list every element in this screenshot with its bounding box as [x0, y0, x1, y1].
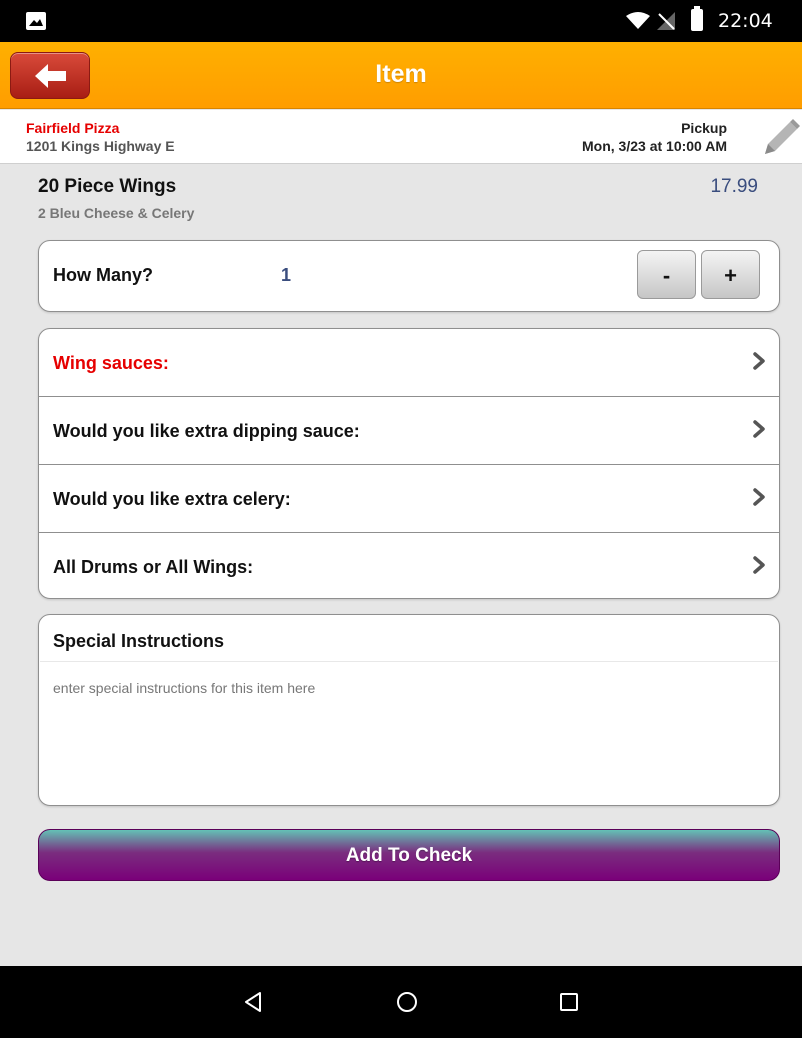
- option-row-extra-celery[interactable]: Would you like extra celery:: [39, 465, 779, 533]
- chevron-right-icon: [753, 420, 765, 438]
- edit-pencil-icon[interactable]: [762, 117, 800, 157]
- special-instructions-input[interactable]: [40, 661, 778, 797]
- special-instructions-card: Special Instructions: [38, 614, 780, 806]
- image-notification-icon: [26, 12, 46, 30]
- special-instructions-title: Special Instructions: [53, 631, 225, 651]
- nav-back-icon[interactable]: [243, 991, 263, 1013]
- nav-home-icon[interactable]: [396, 991, 418, 1013]
- store-name: Fairfield Pizza: [26, 120, 120, 136]
- battery-icon: [691, 6, 703, 31]
- item-price: 17.99: [710, 176, 758, 197]
- chevron-right-icon: [753, 352, 765, 370]
- option-label: Wing sauces:: [53, 353, 169, 373]
- increase-quantity-button[interactable]: +: [701, 250, 760, 299]
- item-description: 2 Bleu Cheese & Celery: [38, 205, 195, 221]
- status-time: 22:04: [718, 10, 773, 32]
- option-row-drums-or-wings[interactable]: All Drums or All Wings:: [39, 533, 779, 598]
- option-label: Would you like extra dipping sauce:: [53, 421, 360, 441]
- options-list: Wing sauces: Would you like extra dippin…: [38, 328, 780, 599]
- no-signal-icon: [657, 12, 675, 30]
- chevron-right-icon: [753, 488, 765, 506]
- option-row-extra-dipping-sauce[interactable]: Would you like extra dipping sauce:: [39, 397, 779, 465]
- quantity-value: 1: [281, 265, 292, 285]
- item-name: 20 Piece Wings: [38, 176, 177, 197]
- add-to-check-button[interactable]: Add To Check: [38, 829, 780, 881]
- status-bar: 22:04: [0, 0, 802, 42]
- nav-recents-icon[interactable]: [559, 992, 579, 1012]
- option-label: All Drums or All Wings:: [53, 557, 254, 577]
- android-nav-bar: [0, 966, 802, 1038]
- order-type: Pickup: [681, 120, 727, 136]
- quantity-card: How Many? 1 - +: [38, 240, 780, 312]
- store-info-bar: Fairfield Pizza 1201 Kings Highway E Pic…: [0, 110, 802, 164]
- store-address: 1201 Kings Highway E: [26, 138, 175, 154]
- option-label: Would you like extra celery:: [53, 489, 291, 509]
- decrease-quantity-button[interactable]: -: [637, 250, 696, 299]
- order-time: Mon, 3/23 at 10:00 AM: [582, 138, 727, 154]
- page-title: Item: [375, 60, 427, 88]
- option-row-wing-sauces[interactable]: Wing sauces:: [39, 329, 779, 397]
- app-header: Item: [0, 42, 802, 109]
- chevron-right-icon: [753, 556, 765, 574]
- quantity-label: How Many?: [53, 265, 154, 285]
- wifi-icon: [626, 12, 650, 29]
